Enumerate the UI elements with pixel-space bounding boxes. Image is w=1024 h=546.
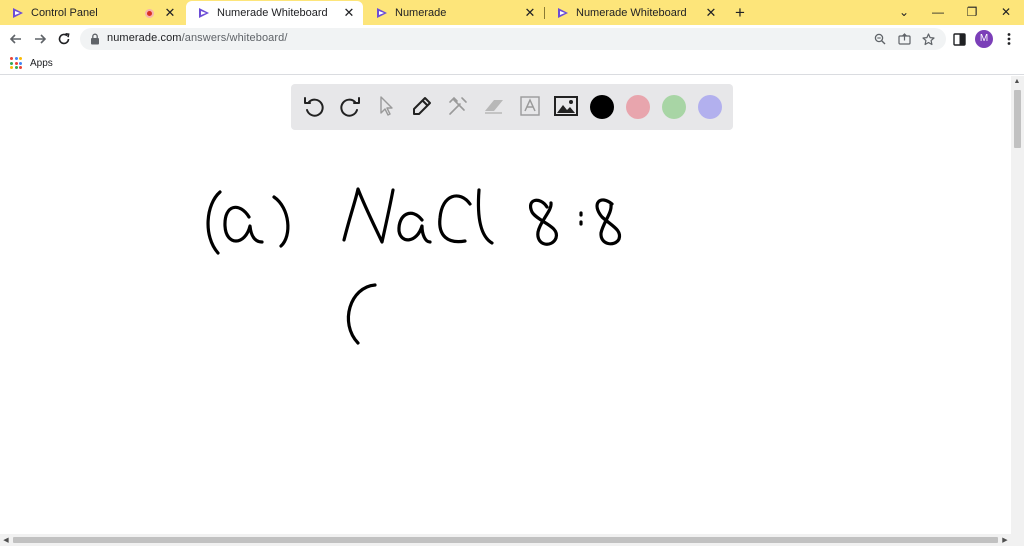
ink-stroke-open-paren [206,190,222,255]
ink-stroke-a [223,205,264,244]
text-icon[interactable] [517,93,543,119]
color-swatch-green[interactable] [662,95,686,119]
ink-stroke-N [342,187,395,244]
ink-stroke-8-right [595,198,622,246]
recording-indicator-icon [145,8,154,18]
numerade-favicon-icon [12,7,24,19]
eraser-icon[interactable] [481,93,507,119]
horizontal-scrollbar[interactable]: ◀ ▶ [0,534,1024,546]
scroll-left-arrow-icon[interactable]: ◀ [1,536,11,544]
pen-icon[interactable] [409,93,435,119]
close-window-button[interactable]: ✕ [996,3,1016,21]
back-arrow-icon [9,34,21,44]
share-icon[interactable] [897,32,911,46]
address-bar[interactable]: numerade.com/answers/whiteboard/ [80,28,946,50]
browser-menu-button[interactable] [1000,30,1018,48]
vertical-scroll-thumb[interactable] [1014,90,1021,148]
whiteboard-canvas[interactable] [0,76,1011,534]
pointer-icon[interactable] [373,93,399,119]
tab-numerade-whiteboard-active[interactable]: Numerade Whiteboard ✕ [186,1,363,25]
lock-icon [91,33,99,45]
new-tab-button[interactable]: + [731,4,749,22]
bookmark-apps[interactable]: Apps [10,57,53,69]
tab-numerade[interactable]: Numerade ✕ [364,1,544,25]
ink-stroke-close-paren [272,195,290,248]
back-button[interactable] [7,30,25,48]
ink-stroke-l [476,188,494,245]
clear-tools-icon[interactable] [445,93,471,119]
apps-grid-icon [10,57,22,69]
ink-stroke-paren-line2 [346,283,377,345]
side-panel-button[interactable] [950,30,968,48]
url-text: numerade.com/answers/whiteboard/ [107,32,288,44]
numerade-favicon-icon [376,7,388,19]
ink-stroke-C [438,194,472,244]
tab-strip: Control Panel ✕ Numerade Whiteboard ✕ Nu… [0,0,1024,25]
whiteboard-toolbar [291,84,733,130]
zoom-icon[interactable] [873,32,887,46]
redo-icon[interactable] [337,93,363,119]
horizontal-scroll-thumb[interactable] [13,537,998,543]
vertical-scrollbar[interactable]: ▲ [1011,76,1024,534]
tab-close-icon[interactable]: ✕ [162,5,178,21]
url-host: numerade.com [107,32,182,44]
color-swatch-lavender[interactable] [698,95,722,119]
profile-avatar[interactable]: M [975,30,993,48]
numerade-favicon-icon [198,7,210,19]
tab-close-icon[interactable]: ✕ [341,5,357,21]
url-path: /answers/whiteboard/ [181,32,288,44]
numerade-favicon-icon [557,7,569,19]
minimize-button[interactable]: — [928,3,948,21]
bookmarks-bar: Apps [0,53,1024,75]
reload-icon [58,33,70,45]
reload-button[interactable] [55,30,73,48]
restore-button[interactable]: ❐ [962,3,982,21]
scroll-up-arrow-icon[interactable]: ▲ [1012,78,1022,85]
navigation-bar: numerade.com/answers/whiteboard/ M [0,25,1024,53]
tab-control-panel[interactable]: Control Panel ✕ [0,1,184,25]
tab-title: Numerade [395,7,447,19]
scroll-right-arrow-icon[interactable]: ▶ [1000,536,1010,544]
tab-numerade-whiteboard[interactable]: Numerade Whiteboard ✕ [545,1,725,25]
side-panel-icon [952,32,966,46]
tab-close-icon[interactable]: ✕ [522,5,538,21]
apps-label: Apps [30,57,53,69]
tab-search-dropdown-icon[interactable]: ⌄ [894,3,914,21]
tab-title: Numerade Whiteboard [576,7,687,19]
image-icon[interactable] [553,93,579,119]
tab-title: Control Panel [31,7,98,19]
color-swatch-black[interactable] [590,95,614,119]
ink-stroke-8-left [529,198,558,246]
ink-stroke-a2 [397,211,432,244]
forward-button[interactable] [31,30,49,48]
color-swatch-pink[interactable] [626,95,650,119]
tab-title: Numerade Whiteboard [217,7,328,19]
bookmark-star-icon[interactable] [921,32,935,46]
forward-arrow-icon [35,34,47,44]
undo-icon[interactable] [301,93,327,119]
kebab-menu-icon [1007,33,1011,45]
whiteboard-page [0,76,1011,534]
tab-close-icon[interactable]: ✕ [703,5,719,21]
